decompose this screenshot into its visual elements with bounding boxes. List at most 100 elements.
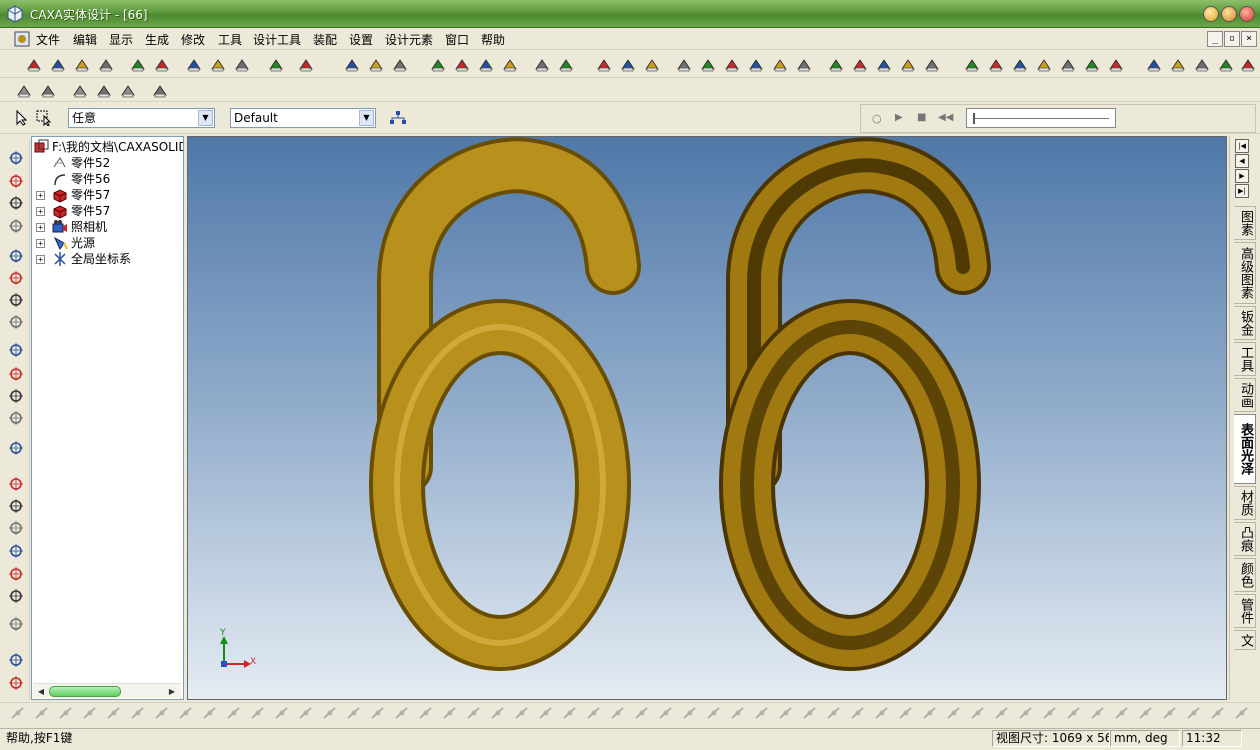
tab-next-icon[interactable]: ▶ — [1235, 169, 1249, 183]
sketch-tool-icon[interactable] — [1018, 705, 1034, 721]
tab-8[interactable]: 颜色 — [1234, 558, 1256, 592]
sketch-tool-icon[interactable] — [58, 705, 74, 721]
tab-6[interactable]: 材质 — [1234, 486, 1256, 520]
left-tool-icon[interactable] — [8, 652, 24, 668]
tab-prev-icon[interactable]: ◀ — [1235, 154, 1249, 168]
left-tool-icon[interactable] — [8, 248, 24, 264]
standard-tool-icon[interactable] — [502, 57, 518, 73]
standard-tool-icon[interactable] — [186, 57, 202, 73]
expand-icon[interactable]: + — [36, 207, 45, 216]
minimize-button[interactable] — [1203, 6, 1219, 22]
tree-horizontal-scrollbar[interactable]: ◀ ▶ — [33, 683, 181, 698]
menu-item-3[interactable]: 生成 — [143, 31, 171, 48]
secondary-tool-icon[interactable] — [40, 83, 56, 99]
left-tool-icon[interactable] — [8, 410, 24, 426]
menu-item-11[interactable]: 帮助 — [479, 31, 507, 48]
standard-tool-icon[interactable] — [852, 57, 868, 73]
left-tool-icon[interactable] — [8, 675, 24, 691]
sketch-tool-icon[interactable] — [202, 705, 218, 721]
mdi-close-button[interactable]: × — [1241, 31, 1257, 47]
sketch-tool-icon[interactable] — [850, 705, 866, 721]
sketch-tool-icon[interactable] — [1210, 705, 1226, 721]
sketch-tool-icon[interactable] — [466, 705, 482, 721]
tab-4[interactable]: 动画 — [1234, 378, 1256, 412]
standard-tool-icon[interactable] — [1060, 57, 1076, 73]
sketch-tool-icon[interactable] — [370, 705, 386, 721]
sketch-tool-icon[interactable] — [898, 705, 914, 721]
sketch-tool-icon[interactable] — [442, 705, 458, 721]
standard-tool-icon[interactable] — [1194, 57, 1210, 73]
sketch-tool-icon[interactable] — [682, 705, 698, 721]
expand-icon[interactable]: + — [36, 223, 45, 232]
standard-tool-icon[interactable] — [50, 57, 66, 73]
mdi-restore-button[interactable]: ▫ — [1224, 31, 1240, 47]
sketch-tool-icon[interactable] — [130, 705, 146, 721]
sketch-tool-icon[interactable] — [154, 705, 170, 721]
sketch-tool-icon[interactable] — [874, 705, 890, 721]
standard-tool-icon[interactable] — [1170, 57, 1186, 73]
menu-item-2[interactable]: 显示 — [107, 31, 135, 48]
left-tool-icon[interactable] — [8, 476, 24, 492]
hierarchy-icon[interactable] — [389, 110, 407, 126]
standard-tool-icon[interactable] — [700, 57, 716, 73]
style-select[interactable]: Default ▼ — [230, 108, 376, 128]
left-tool-icon[interactable] — [8, 173, 24, 189]
sketch-tool-icon[interactable] — [10, 705, 26, 721]
select-arrow-icon[interactable] — [13, 110, 29, 126]
sketch-tool-icon[interactable] — [34, 705, 50, 721]
standard-tool-icon[interactable] — [644, 57, 660, 73]
tab-0[interactable]: 图素 — [1234, 206, 1256, 240]
standard-tool-icon[interactable] — [154, 57, 170, 73]
standard-tool-icon[interactable] — [344, 57, 360, 73]
standard-tool-icon[interactable] — [988, 57, 1004, 73]
left-tool-icon[interactable] — [8, 440, 24, 456]
tab-first-icon[interactable]: |◀ — [1235, 139, 1249, 153]
sketch-tool-icon[interactable] — [778, 705, 794, 721]
sketch-tool-icon[interactable] — [418, 705, 434, 721]
standard-tool-icon[interactable] — [234, 57, 250, 73]
sketch-tool-icon[interactable] — [226, 705, 242, 721]
menu-item-10[interactable]: 窗口 — [443, 31, 471, 48]
standard-tool-icon[interactable] — [268, 57, 284, 73]
sketch-tool-icon[interactable] — [1042, 705, 1058, 721]
mdi-minimize-button[interactable]: _ — [1207, 31, 1223, 47]
chevron-down-icon[interactable]: ▼ — [198, 110, 213, 126]
standard-tool-icon[interactable] — [900, 57, 916, 73]
sketch-tool-icon[interactable] — [1090, 705, 1106, 721]
standard-tool-icon[interactable] — [98, 57, 114, 73]
expand-icon[interactable]: + — [36, 255, 45, 264]
sketch-tool-icon[interactable] — [658, 705, 674, 721]
secondary-tool-icon[interactable] — [96, 83, 112, 99]
sketch-tool-icon[interactable] — [82, 705, 98, 721]
standard-tool-icon[interactable] — [454, 57, 470, 73]
sketch-tool-icon[interactable] — [322, 705, 338, 721]
secondary-tool-icon[interactable] — [16, 83, 32, 99]
sketch-tool-icon[interactable] — [538, 705, 554, 721]
sketch-tool-icon[interactable] — [250, 705, 266, 721]
sketch-tool-icon[interactable] — [706, 705, 722, 721]
tab-last-icon[interactable]: ▶| — [1235, 184, 1249, 198]
sketch-tool-icon[interactable] — [1066, 705, 1082, 721]
left-tool-icon[interactable] — [8, 566, 24, 582]
tab-3[interactable]: 工具 — [1234, 342, 1256, 376]
standard-tool-icon[interactable] — [1084, 57, 1100, 73]
left-tool-icon[interactable] — [8, 388, 24, 404]
3d-viewport[interactable]: Y X — [187, 136, 1227, 700]
standard-tool-icon[interactable] — [130, 57, 146, 73]
standard-tool-icon[interactable] — [596, 57, 612, 73]
standard-tool-icon[interactable] — [724, 57, 740, 73]
sketch-tool-icon[interactable] — [490, 705, 506, 721]
standard-tool-icon[interactable] — [558, 57, 574, 73]
standard-tool-icon[interactable] — [26, 57, 42, 73]
left-tool-icon[interactable] — [8, 520, 24, 536]
sketch-tool-icon[interactable] — [1138, 705, 1154, 721]
sketch-tool-icon[interactable] — [394, 705, 410, 721]
tab-5[interactable]: 表面光泽 — [1234, 414, 1256, 484]
chevron-down-icon[interactable]: ▼ — [359, 110, 374, 126]
sketch-tool-icon[interactable] — [562, 705, 578, 721]
select-box-icon[interactable] — [36, 110, 52, 126]
standard-tool-icon[interactable] — [772, 57, 788, 73]
expand-icon[interactable]: + — [36, 239, 45, 248]
secondary-tool-icon[interactable] — [72, 83, 88, 99]
sketch-tool-icon[interactable] — [106, 705, 122, 721]
